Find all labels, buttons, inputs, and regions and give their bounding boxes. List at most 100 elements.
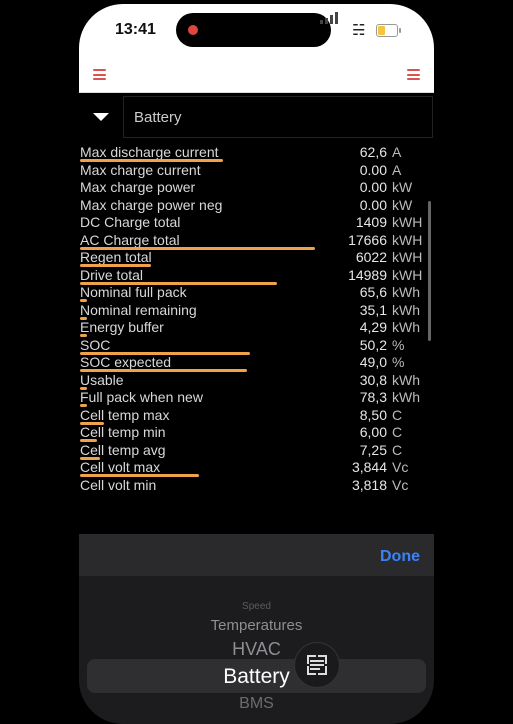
- row-unit: A: [392, 144, 402, 160]
- scan-text-button[interactable]: [294, 642, 340, 688]
- row-value: 0.00: [359, 196, 387, 213]
- row-value: 0.00: [359, 161, 387, 178]
- battery-icon: [376, 24, 401, 37]
- row-unit: C: [392, 406, 403, 423]
- row-unit: kWh: [392, 371, 420, 388]
- data-row: Cell temp avg 7,25 C: [79, 442, 434, 460]
- row-value: 78,3: [359, 389, 387, 405]
- row-label: Regen total: [80, 249, 152, 265]
- row-value: 35,1: [359, 301, 387, 318]
- row-value: 49,0: [359, 354, 387, 370]
- data-row: Max discharge current 62,6 A: [79, 144, 434, 162]
- row-label: DC Charge total: [80, 214, 181, 230]
- row-unit: Vc: [392, 459, 409, 475]
- row-value: 62,6: [359, 144, 387, 160]
- row-unit: Vc: [392, 476, 409, 493]
- menu-icon[interactable]: [407, 69, 420, 80]
- row-label: Cell volt avg: [80, 494, 156, 495]
- row-label: AC Charge total: [80, 231, 180, 248]
- row-unit: kWH: [392, 266, 423, 283]
- row-label: Cell temp max: [80, 406, 170, 423]
- row-label: Nominal full pack: [80, 284, 187, 300]
- row-unit: kW: [392, 179, 413, 195]
- row-unit: %: [392, 354, 405, 370]
- row-value: 0.00: [359, 179, 387, 195]
- row-value: 30,8: [359, 371, 387, 388]
- row-label: Cell temp min: [80, 424, 166, 440]
- done-button[interactable]: Done: [380, 548, 420, 566]
- row-label: Full pack when new: [80, 389, 203, 405]
- app-bar: [79, 58, 434, 93]
- row-unit: C: [392, 441, 403, 458]
- row-value: 65,6: [359, 284, 387, 300]
- row-label: Usable: [80, 371, 124, 388]
- data-row: Cell volt min 3,818 Vc: [79, 477, 434, 495]
- picker-option[interactable]: HVAC: [79, 639, 434, 660]
- wifi-icon: ☵: [352, 22, 366, 39]
- battery-data-list: Max discharge current 62,6 A Max charge cur…: [79, 139, 434, 495]
- menu-icon[interactable]: [93, 69, 106, 80]
- data-row: SOC 50,2%: [79, 337, 434, 355]
- row-unit: kWh: [392, 284, 420, 300]
- picker-option-selected[interactable]: Battery: [79, 665, 434, 689]
- row-label: Cell temp avg: [80, 441, 166, 458]
- row-value: 14989: [348, 266, 387, 283]
- row-unit: Vc: [392, 494, 408, 495]
- data-row: DC Charge total 1409 kWH: [79, 214, 434, 232]
- picker-option[interactable]: Speed: [79, 601, 434, 612]
- row-value: 4,29: [359, 319, 387, 335]
- row-label: Cell volt min: [80, 476, 157, 493]
- dropdown-triangle-icon: [93, 113, 109, 121]
- row-label: Nominal remaining: [80, 301, 197, 318]
- data-row: Cell volt max 3,844 Vc: [79, 459, 434, 477]
- row-unit: %: [392, 336, 405, 353]
- row-value: 3,831: [352, 494, 387, 495]
- picker-toolbar: Done: [79, 534, 434, 576]
- data-row: Regen total 6022 kWH: [79, 249, 434, 267]
- row-value: 50,2: [359, 336, 387, 353]
- data-row: Nominal full pack 65,6 kWh: [79, 284, 434, 302]
- row-unit: kWH: [392, 231, 423, 248]
- row-value: 3,844: [351, 459, 387, 475]
- picker-option[interactable]: Temperatures: [79, 617, 434, 634]
- row-unit: kW: [392, 196, 413, 213]
- data-row: Max charge power 0.00 kW: [79, 179, 434, 197]
- screen-picker: Done Speed Temperatures HVAC Battery BMS: [79, 534, 434, 724]
- row-value: 1409: [355, 214, 387, 230]
- status-bar: 13:41 ☵: [79, 4, 434, 58]
- data-row: Cell temp max 8,50 C: [79, 407, 434, 425]
- row-label: Drive total: [80, 266, 144, 283]
- row-value: 8,50: [359, 406, 387, 423]
- row-value: 6022: [355, 249, 387, 265]
- row-label: Max charge current: [80, 161, 201, 178]
- row-unit: A: [392, 161, 402, 178]
- data-row: Max charge current 0.00 A: [79, 162, 434, 180]
- row-value: 3,818: [351, 476, 387, 493]
- recording-indicator-icon: [188, 25, 198, 35]
- data-row: Cell temp min 6,00 C: [79, 424, 434, 442]
- screen-select[interactable]: Battery: [123, 96, 433, 138]
- screen-selector: Battery: [79, 96, 434, 138]
- data-row: Drive total 14989 kWH: [79, 267, 434, 285]
- data-row: Cell volt avg 3,831 Vc: [79, 494, 434, 495]
- row-unit: kWh: [392, 389, 420, 405]
- row-label: Cell volt max: [80, 459, 161, 475]
- row-unit: kWH: [392, 214, 423, 230]
- phone-screen: 13:41 ☵ Battery Max discharge current 62…: [79, 4, 434, 724]
- selected-screen-label: Battery: [134, 109, 182, 126]
- data-row: Nominal remaining 35,1 kWh: [79, 302, 434, 320]
- row-unit: kWh: [392, 301, 420, 318]
- data-row: Usable 30,8 kWh: [79, 372, 434, 390]
- row-value: 7,25: [359, 441, 387, 458]
- status-time: 13:41: [115, 21, 156, 38]
- row-label: Energy buffer: [80, 319, 164, 335]
- data-row: Energy buffer 4,29 kWh: [79, 319, 434, 337]
- row-value: 6,00: [359, 424, 387, 440]
- row-label: Max charge power neg: [80, 196, 223, 213]
- picker-option[interactable]: BMS: [79, 695, 434, 713]
- row-value: 17666: [348, 231, 387, 248]
- row-label: SOC expected: [80, 354, 172, 370]
- scrollbar[interactable]: [428, 201, 431, 341]
- dropdown-button[interactable]: [79, 96, 124, 138]
- data-row: SOC expected 49,0%: [79, 354, 434, 372]
